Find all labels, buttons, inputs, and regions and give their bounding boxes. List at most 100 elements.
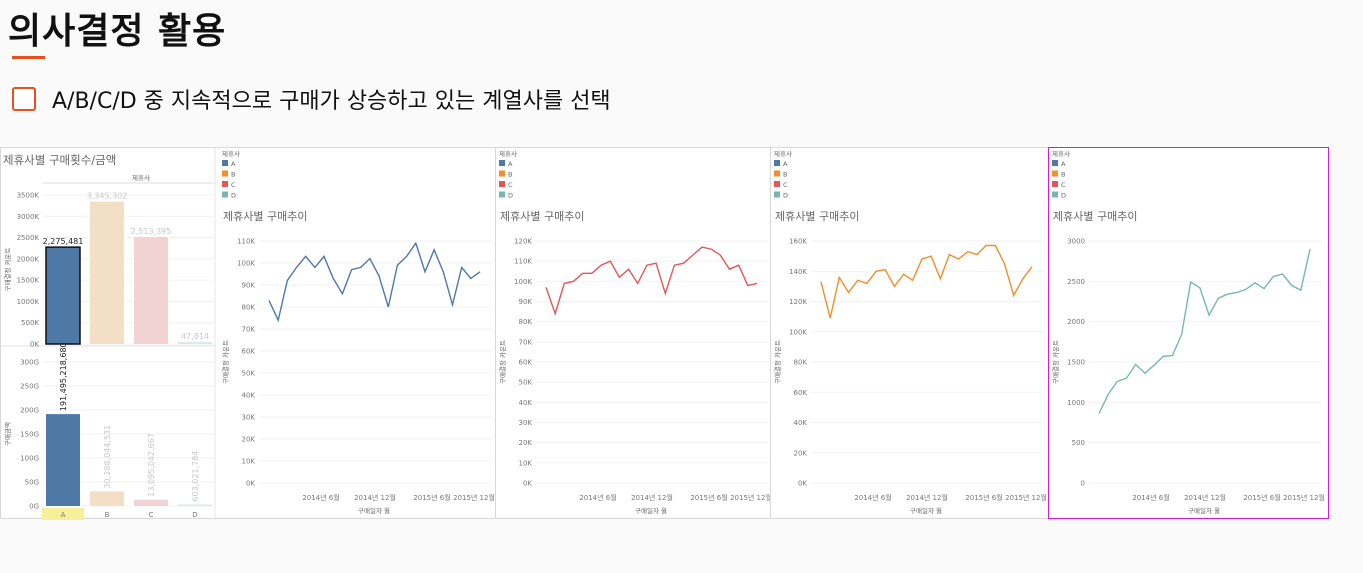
- legend-label-A: A: [508, 160, 513, 168]
- legend-swatch-A: [222, 160, 228, 166]
- bar-data-label: 2,513,395: [131, 227, 172, 236]
- legend-swatch-C: [222, 181, 228, 187]
- y-tick-label: 90K: [242, 282, 256, 290]
- legend-label-B: B: [231, 171, 235, 179]
- y-axis-label: 구매결정 카운트: [221, 340, 230, 384]
- legend-title: 제휴사: [222, 149, 240, 158]
- legend-label-D: D: [1061, 192, 1066, 200]
- line-chart-svg-d: 제휴사 ABCD 제휴사별 구매추이 3000 2500 2000 1500 1000 500 0…: [1051, 149, 1325, 515]
- title-underline: [12, 56, 45, 59]
- x-tick-label: 2014년 12월: [1184, 493, 1226, 502]
- legend-label-C: C: [508, 181, 513, 189]
- bar-chart-title: 제휴사별 구매횟수/금액: [3, 153, 116, 167]
- y-tick-label: 140K: [789, 268, 807, 276]
- x-tick-label: 2015년 12월: [1283, 493, 1325, 502]
- dashboard-line-panel-d-selected[interactable]: 제휴사 A B C D 제휴사별 구매추이 3000 2500 2000 1500 1000 500 0…: [1048, 147, 1329, 519]
- legend-swatch-A: [774, 160, 780, 166]
- x-tick-label: 2015년 12월: [453, 493, 495, 502]
- bar-data-label: 603,021,784: [191, 451, 200, 502]
- legend-swatch-B: [499, 170, 505, 177]
- line-chart-title-b: 제휴사별 구매추이: [775, 210, 859, 223]
- x-tick-label: 2015년 6월: [965, 493, 1002, 502]
- legend-swatch-D: [222, 191, 228, 198]
- page-title: 의사결정 활용: [8, 11, 227, 52]
- bar-A: [45, 246, 81, 345]
- y-tick-label: 20K: [794, 449, 808, 457]
- y-tick-label: 60K: [794, 389, 808, 397]
- y-tick-label: 20K: [519, 439, 533, 447]
- bar-data-label: 3,345,302: [87, 192, 128, 201]
- dashboard-line-panel-b: 제휴사 A B C D 제휴사별 구매추이 160K 140K 120K 100K 80K 60K 40…: [770, 147, 1049, 519]
- task-checkbox[interactable]: [12, 87, 36, 111]
- line-series-d: [1098, 248, 1311, 414]
- y-tick-label: 0K: [30, 341, 39, 349]
- bar-data-label: 2,275,481: [43, 237, 84, 246]
- x-axis-label: 구매일자 월: [910, 506, 942, 515]
- y-tick-label: 200G: [20, 407, 39, 415]
- x-tick-label: 2014년 12월: [906, 493, 948, 502]
- line-series-a: [268, 241, 481, 323]
- y-tick-label: 120K: [514, 238, 532, 246]
- y-tick-label: 0K: [246, 480, 255, 488]
- y-tick-label: 2000K: [17, 255, 40, 263]
- line-series-c: [545, 246, 758, 316]
- line-chart-svg-c: 제휴사 ABCD 제휴사별 구매추이 120K 110K 100K 90K 80K 70K 60K…: [498, 149, 772, 515]
- bar-C: [134, 499, 168, 506]
- y-tick-label: 40K: [242, 392, 256, 400]
- x-tick-label: 2014년 6월: [302, 493, 339, 502]
- bar-data-label: 13,095,042,667: [147, 433, 156, 497]
- legend-swatch-C: [1052, 181, 1058, 187]
- legend-label-A: A: [231, 160, 236, 168]
- y-tick-label: 100K: [237, 260, 255, 268]
- x-tick-label: 2014년 6월: [579, 493, 616, 502]
- bar-B: [90, 491, 124, 506]
- y-tick-label: 0K: [798, 480, 807, 488]
- legend-title: 제휴사: [499, 149, 517, 158]
- y-tick-label: 2500: [1067, 278, 1085, 286]
- legend-label-D: D: [783, 192, 788, 200]
- x-axis-label: 구매일자 월: [358, 506, 390, 515]
- y-tick-label: 0: [1081, 480, 1085, 488]
- legend-label-B: B: [1061, 171, 1065, 179]
- legend-swatch-B: [1052, 170, 1058, 177]
- dashboard-bar-panel: 제휴사별 구매횟수/금액 제휴사 3500K 3000K 2500K 2000K 1500K…: [0, 147, 496, 520]
- legend-swatch-C: [774, 181, 780, 187]
- x-category-label: A: [61, 511, 66, 519]
- dashboard-line-panel-c: 제휴사 A B C D 제휴사별 구매추이 120K 110K 100K 90K 80K 70K 60K…: [495, 147, 772, 519]
- y-tick-label: 100G: [20, 455, 39, 463]
- y-tick-label: 1500: [1067, 359, 1085, 367]
- y-tick-label: 3500K: [17, 192, 40, 200]
- y-tick-label: 50K: [242, 370, 256, 378]
- bar-legend-header: 제휴사: [132, 173, 150, 182]
- y-tick-label: 30K: [519, 419, 533, 427]
- y-tick-label: 2500K: [17, 234, 40, 242]
- y-tick-label: 100K: [789, 328, 807, 336]
- x-tick-label: 2015년 6월: [413, 493, 450, 502]
- x-tick-label: 2015년 6월: [690, 493, 727, 502]
- y-tick-label: 0G: [29, 503, 39, 511]
- legend-label-C: C: [231, 181, 236, 189]
- y-tick-label: 3000K: [17, 213, 40, 221]
- y-tick-label: 250G: [20, 383, 39, 391]
- x-tick-label: 2014년 6월: [1132, 493, 1169, 502]
- line-chart-title-d: 제휴사별 구매추이: [1053, 210, 1137, 223]
- x-tick-label: 2014년 6월: [854, 493, 891, 502]
- y-tick-label: 100K: [514, 278, 532, 286]
- y-tick-label: 1000: [1067, 399, 1085, 407]
- y-tick-label: 110K: [514, 258, 532, 266]
- y-tick-label: 70K: [242, 326, 256, 334]
- x-tick-label: 2014년 12월: [631, 493, 673, 502]
- y-tick-label: 50G: [25, 479, 39, 487]
- x-axis-label: 구매일자 월: [1188, 506, 1220, 515]
- y-tick-label: 160K: [789, 238, 807, 246]
- legend-label-D: D: [231, 192, 236, 200]
- y-tick-label: 120K: [789, 298, 807, 306]
- y-tick-label: 40K: [794, 419, 808, 427]
- y-tick-label: 500: [1072, 439, 1085, 447]
- legend-label-B: B: [783, 171, 787, 179]
- y-tick-label: 60K: [519, 359, 533, 367]
- y-axis-label: 구매결정 카운트: [1051, 340, 1060, 384]
- x-axis-label: 구매일자 월: [635, 506, 667, 515]
- x-tick-label: 2015년 12월: [1005, 493, 1047, 502]
- legend-label-C: C: [783, 181, 788, 189]
